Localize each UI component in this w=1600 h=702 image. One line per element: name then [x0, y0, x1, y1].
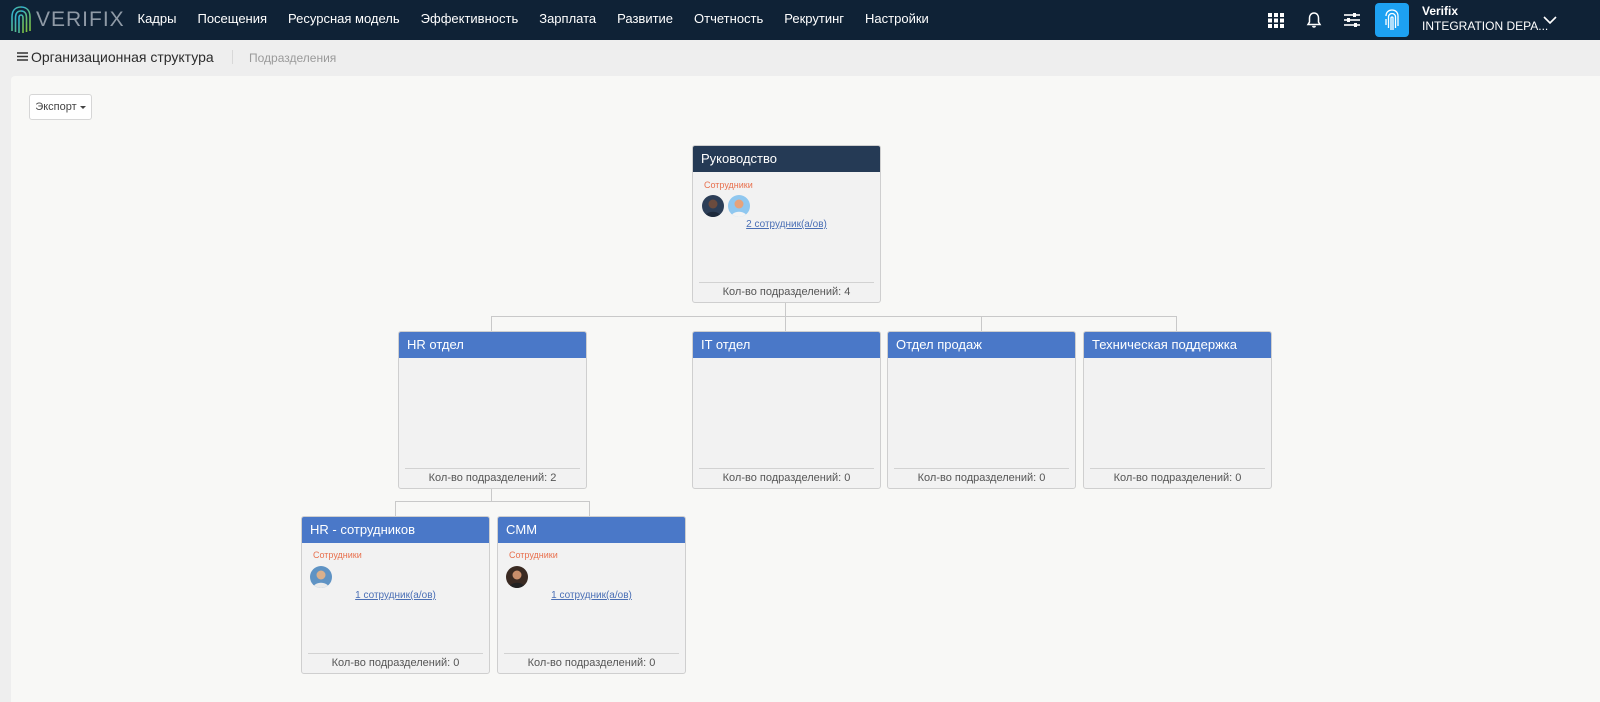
- org-node-hr: HR отдел Кол-во подразделений: 2: [398, 331, 587, 489]
- connector-it: [785, 316, 786, 331]
- connector-level1-bus: [491, 316, 1176, 317]
- org-node-title[interactable]: IT отдел: [693, 332, 880, 358]
- bell-icon[interactable]: [1304, 10, 1324, 30]
- connector-hr-staff: [395, 501, 396, 516]
- brand-logo[interactable]: VERIFIX: [10, 4, 125, 36]
- subdivisions-count: Кол-во подразделений: 0: [1090, 468, 1265, 488]
- avatar[interactable]: [506, 566, 528, 588]
- main-nav: Кадры Посещения Ресурсная модель Эффекти…: [127, 0, 939, 40]
- org-node-title[interactable]: HR отдел: [399, 332, 586, 358]
- org-node-title[interactable]: Руководство: [693, 146, 880, 172]
- nav-item-rekruting[interactable]: Рекрутинг: [774, 0, 855, 40]
- connector-cmm: [589, 501, 590, 516]
- subdivisions-count: Кол-во подразделений: 0: [504, 653, 679, 673]
- org-node-title[interactable]: Отдел продаж: [888, 332, 1075, 358]
- person-photo-icon: [728, 195, 750, 217]
- subdivisions-count: Кол-во подразделений: 0: [894, 468, 1069, 488]
- org-node-it: IT отдел Кол-во подразделений: 0: [692, 331, 881, 489]
- nav-item-effektivnost[interactable]: Эффективность: [410, 0, 529, 40]
- verifix-logo-icon: [11, 6, 31, 33]
- subdivisions-count: Кол-во подразделений: 0: [308, 653, 483, 673]
- org-node-title[interactable]: Техническая поддержка: [1084, 332, 1271, 358]
- page-title: Организационная структура: [31, 49, 214, 65]
- connector-hr-down: [491, 488, 492, 501]
- org-node-cmm: CMM Сотрудники 1 сотрудник(а/ов) Кол-во …: [497, 516, 686, 674]
- nav-item-nastroyki[interactable]: Настройки: [855, 0, 940, 40]
- connector-level2-bus: [395, 501, 589, 502]
- employees-label: Сотрудники: [313, 550, 362, 560]
- nav-item-otchetnost[interactable]: Отчетность: [684, 0, 774, 40]
- breadcrumb-divider: [232, 50, 233, 64]
- hamburger-menu-icon[interactable]: [16, 50, 29, 63]
- user-name: Verifix: [1422, 4, 1459, 18]
- caret-down-icon: [79, 105, 86, 109]
- org-node-title[interactable]: HR - сотрудников: [302, 517, 489, 543]
- person-photo-icon: [506, 566, 528, 588]
- org-node-sales: Отдел продаж Кол-во подразделений: 0: [887, 331, 1076, 489]
- fingerprint-icon: [1385, 9, 1399, 30]
- org-node-rukovodstvo: Руководство Сотрудники 2 сотрудник(а/ов)…: [692, 145, 881, 303]
- apps-grid-icon[interactable]: [1266, 10, 1286, 30]
- brand-name: VERIFIX: [36, 8, 125, 31]
- user-avatar[interactable]: [1375, 3, 1409, 37]
- avatar[interactable]: [310, 566, 332, 588]
- sliders-icon[interactable]: [1342, 10, 1362, 30]
- person-photo-icon: [702, 195, 724, 217]
- avatar[interactable]: [702, 195, 724, 217]
- nav-item-kadry[interactable]: Кадры: [127, 0, 187, 40]
- connector-root-down: [785, 302, 786, 316]
- avatar[interactable]: [728, 195, 750, 217]
- subdivisions-count: Кол-во подразделений: 0: [699, 468, 874, 488]
- org-node-title[interactable]: CMM: [498, 517, 685, 543]
- breadcrumb: [0, 40, 1600, 76]
- employees-count-link[interactable]: 1 сотрудник(а/ов): [302, 590, 489, 601]
- nav-item-zarplata[interactable]: Зарплата: [529, 0, 607, 40]
- nav-item-poseshcheniya[interactable]: Посещения: [187, 0, 278, 40]
- breadcrumb-item-podrazdeleniya[interactable]: Подразделения: [249, 51, 336, 65]
- connector-hr: [491, 316, 492, 331]
- connector-support: [1176, 316, 1177, 331]
- user-department: INTEGRATION DEPA...: [1422, 19, 1549, 33]
- employees-label: Сотрудники: [509, 550, 558, 560]
- chevron-down-icon[interactable]: [1542, 14, 1558, 26]
- subdivisions-count: Кол-во подразделений: 4: [699, 282, 874, 302]
- org-node-hr-staff: HR - сотрудников Сотрудники 1 сотрудник(…: [301, 516, 490, 674]
- export-button[interactable]: Экспорт: [29, 94, 92, 120]
- person-photo-icon: [310, 566, 332, 588]
- employees-count-link[interactable]: 2 сотрудник(а/ов): [693, 219, 880, 230]
- export-label: Экспорт: [35, 101, 77, 113]
- connector-sales: [981, 316, 982, 331]
- subdivisions-count: Кол-во подразделений: 2: [405, 468, 580, 488]
- employees-count-link[interactable]: 1 сотрудник(а/ов): [498, 590, 685, 601]
- nav-item-resursnaya-model[interactable]: Ресурсная модель: [278, 0, 411, 40]
- org-node-support: Техническая поддержка Кол-во подразделен…: [1083, 331, 1272, 489]
- nav-item-razvitie[interactable]: Развитие: [607, 0, 684, 40]
- employees-label: Сотрудники: [704, 180, 753, 190]
